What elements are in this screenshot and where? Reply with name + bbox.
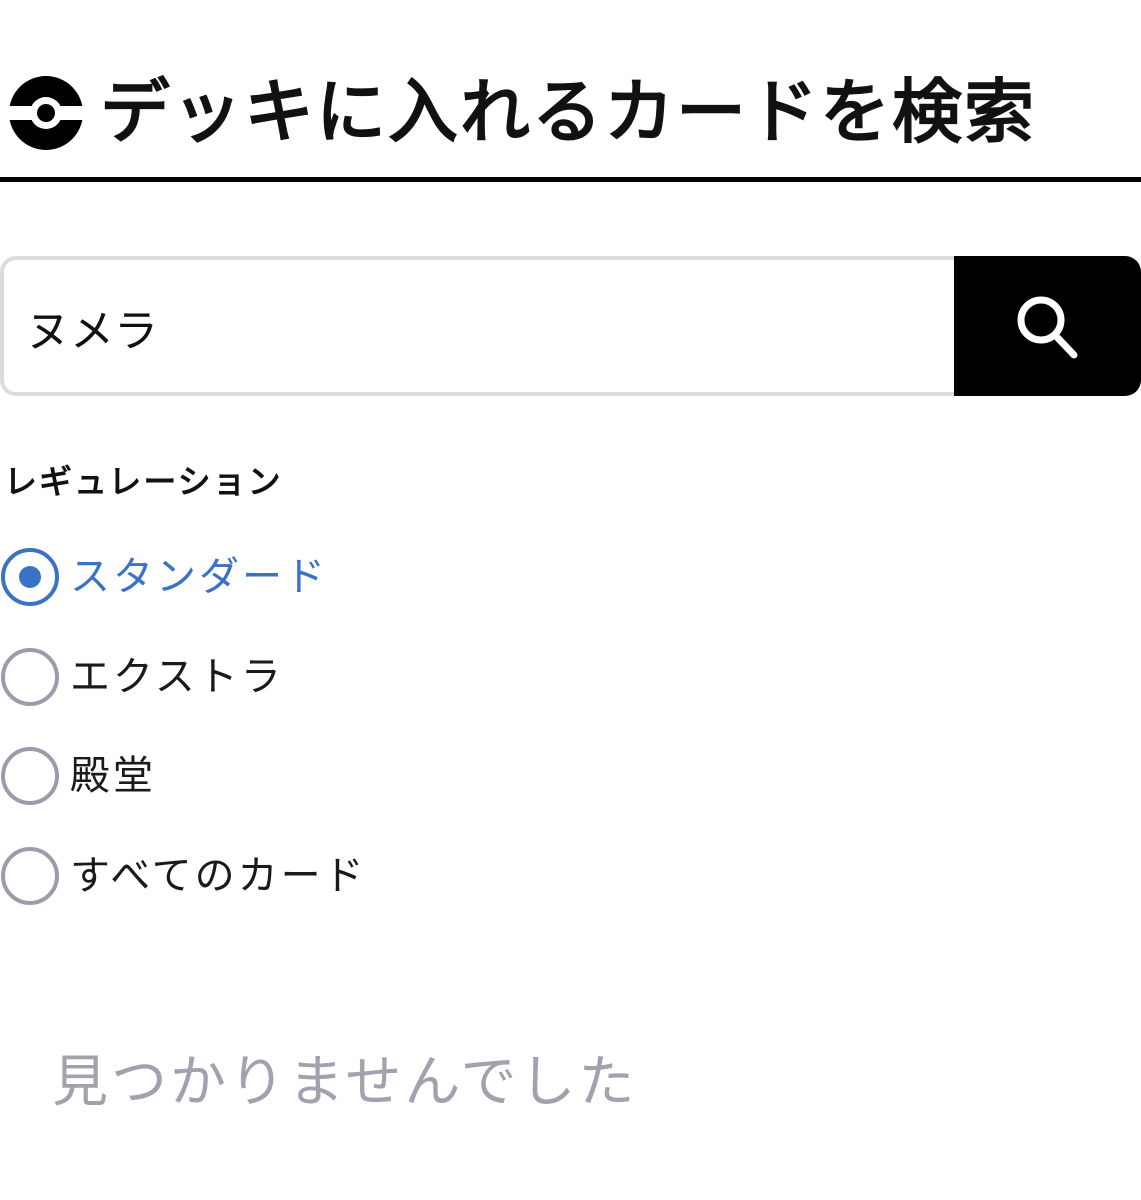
page-header: デッキに入れるカードを検索: [0, 60, 1141, 182]
radio-label: すべてのカード: [70, 853, 367, 899]
empty-results-message: 見つかりませんでした: [52, 1050, 638, 1115]
search-icon: [1017, 296, 1078, 359]
radio-button[interactable]: [1, 847, 59, 905]
radio-button[interactable]: [1, 548, 59, 606]
search-input[interactable]: [26, 286, 926, 368]
radio-option-all-cards[interactable]: すべてのカード: [0, 846, 480, 906]
page-title: デッキに入れるカードを検索: [100, 71, 1036, 153]
radio-button[interactable]: [1, 747, 59, 805]
pokeball-icon: [6, 73, 86, 153]
radio-option-standard[interactable]: スタンダード: [0, 547, 480, 607]
radio-label: エクストラ: [70, 654, 284, 700]
radio-button[interactable]: [1, 648, 59, 706]
regulation-label: レギュレーション: [4, 462, 283, 501]
search-field[interactable]: [0, 256, 958, 396]
radio-dot-icon: [19, 566, 41, 588]
radio-label: 殿堂: [70, 753, 156, 799]
radio-option-hall-of-fame[interactable]: 殿堂: [0, 746, 480, 806]
search-button[interactable]: [954, 256, 1141, 396]
radio-label: スタンダード: [70, 554, 328, 600]
radio-option-extra[interactable]: エクストラ: [0, 647, 480, 707]
